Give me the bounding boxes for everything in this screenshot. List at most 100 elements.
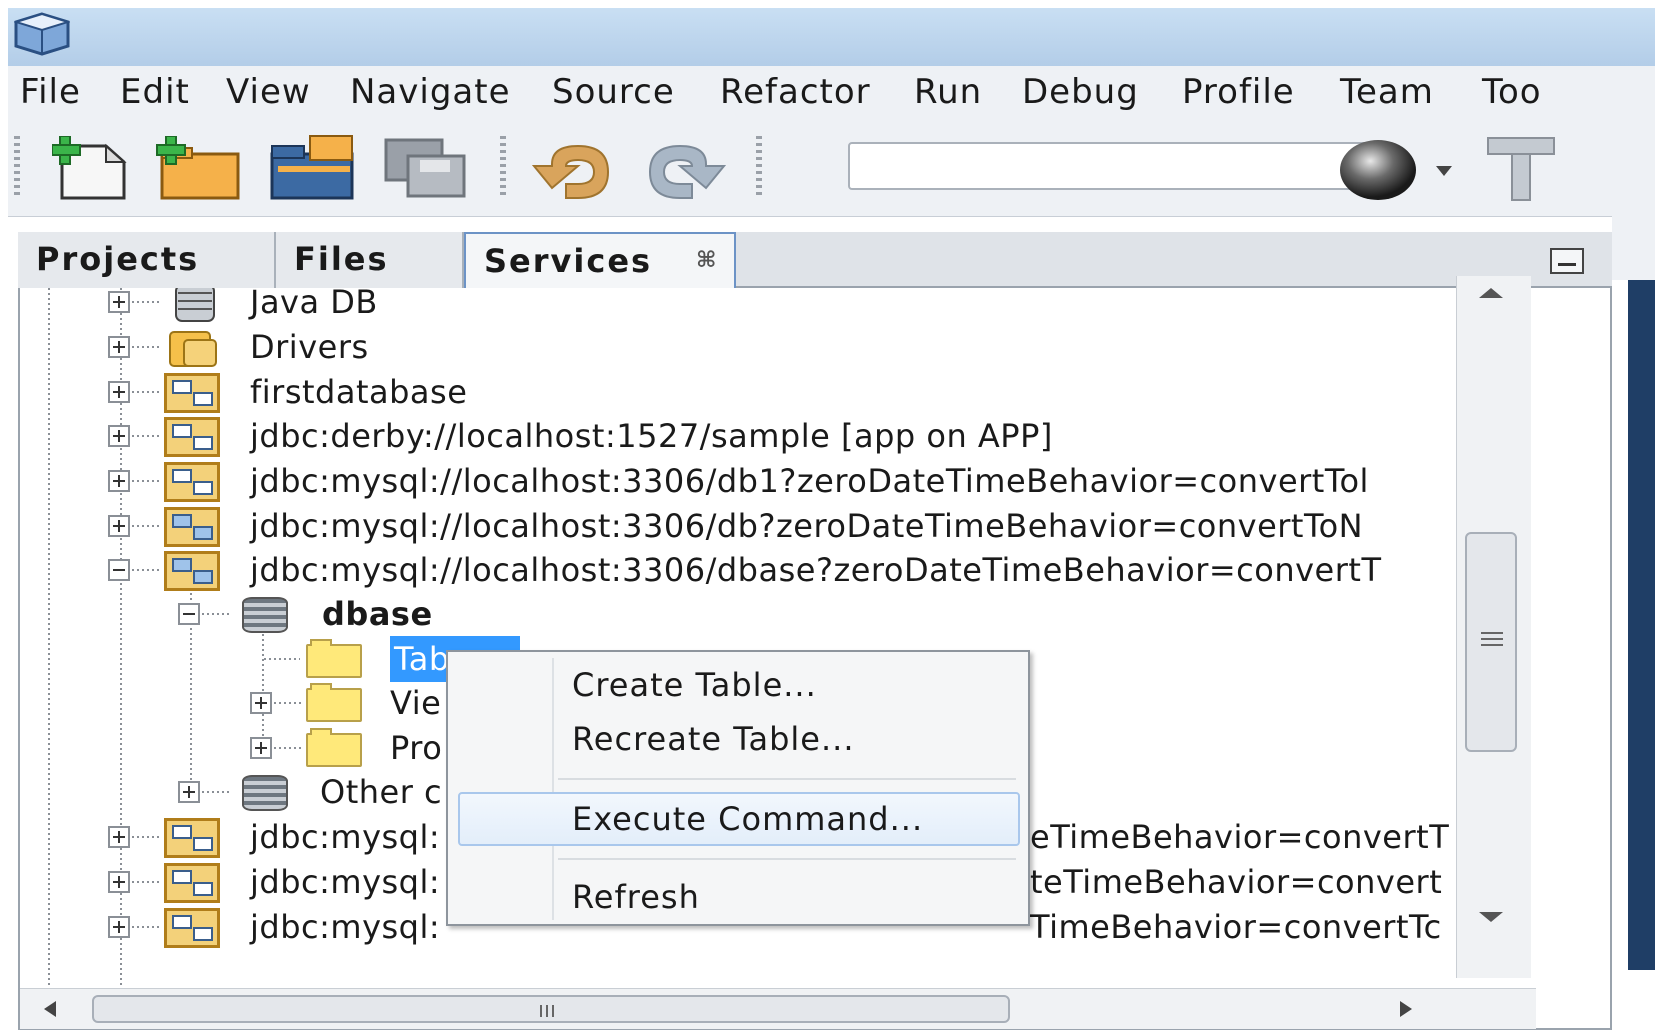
new-file-icon[interactable] bbox=[52, 136, 130, 200]
tab-files[interactable]: Files bbox=[276, 232, 464, 288]
tree-node-label: jdbc:mysql: bbox=[250, 863, 441, 901]
tree-connector bbox=[132, 569, 160, 571]
expand-icon[interactable] bbox=[108, 515, 130, 537]
tree-node-label: Pro bbox=[390, 729, 443, 767]
menu-item-execute-command[interactable]: Execute Command... bbox=[572, 800, 923, 838]
vertical-scroll-thumb[interactable] bbox=[1465, 532, 1517, 752]
browser-globe-icon[interactable] bbox=[1338, 134, 1458, 202]
tree-node-label: jdbc:mysql: bbox=[250, 908, 441, 946]
menu-item-create-table[interactable]: Create Table... bbox=[572, 666, 817, 704]
menu-tools[interactable]: Too bbox=[1482, 72, 1542, 112]
scroll-left-arrow-icon[interactable] bbox=[44, 1001, 56, 1017]
menu-profile[interactable]: Profile bbox=[1182, 72, 1295, 112]
grip-line bbox=[1481, 638, 1503, 640]
toolbar-separator bbox=[500, 136, 506, 198]
scroll-right-arrow-icon[interactable] bbox=[1400, 1001, 1412, 1017]
tab-close-icon[interactable]: ⌘ bbox=[696, 234, 718, 288]
tree-connector bbox=[132, 435, 160, 437]
tree-node-schema-dbase[interactable]: dbase bbox=[20, 591, 1536, 637]
scroll-down-arrow-icon[interactable] bbox=[1479, 912, 1503, 922]
tree-node-label: jdbc:mysql://localhost:3306/dbase?zeroDa… bbox=[250, 551, 1382, 589]
menu-source[interactable]: Source bbox=[552, 72, 675, 112]
tree-connector bbox=[132, 391, 160, 393]
grip-line bbox=[552, 1005, 554, 1017]
toolbar-grip bbox=[14, 136, 20, 198]
menu-refactor[interactable]: Refactor bbox=[720, 72, 871, 112]
tree-node-firstdatabase[interactable]: firstdatabase bbox=[20, 369, 1536, 415]
editor-edge bbox=[1628, 280, 1655, 970]
tree-node-label-tail: TimeBehavior=convertTc bbox=[1030, 908, 1442, 946]
tab-projects[interactable]: Projects bbox=[18, 232, 276, 288]
grip-line bbox=[1481, 644, 1503, 646]
tree-node-label-tail: eTimeBehavior=convertT bbox=[1030, 818, 1450, 856]
tree-connector bbox=[132, 346, 160, 348]
tree-node-conn-derby[interactable]: jdbc:derby://localhost:1527/sample [app … bbox=[20, 413, 1536, 459]
minimize-window-button[interactable] bbox=[1550, 248, 1584, 274]
schema-icon bbox=[242, 597, 288, 633]
disconnected-connection-icon bbox=[164, 373, 220, 413]
java-db-icon bbox=[175, 288, 215, 322]
menu-navigate[interactable]: Navigate bbox=[350, 72, 511, 112]
menu-item-refresh[interactable]: Refresh bbox=[572, 878, 700, 916]
grip-line bbox=[546, 1005, 548, 1017]
expand-icon[interactable] bbox=[108, 871, 130, 893]
tree-node-label: jdbc:derby://localhost:1527/sample [app … bbox=[250, 417, 1053, 455]
toolbar bbox=[8, 124, 1655, 217]
open-project-icon[interactable] bbox=[270, 134, 356, 200]
redo-icon[interactable] bbox=[642, 136, 726, 202]
new-project-icon[interactable] bbox=[156, 136, 240, 200]
expand-icon[interactable] bbox=[108, 381, 130, 403]
tree-connector bbox=[264, 658, 300, 660]
grip-line bbox=[540, 1005, 542, 1017]
tab-services-label: Services bbox=[484, 242, 653, 280]
disconnected-connection-icon bbox=[164, 462, 220, 502]
collapse-icon[interactable] bbox=[108, 559, 130, 581]
expand-icon[interactable] bbox=[108, 826, 130, 848]
connected-connection-icon bbox=[164, 507, 220, 547]
tree-connector bbox=[132, 926, 160, 928]
expand-icon[interactable] bbox=[250, 692, 272, 714]
expand-icon[interactable] bbox=[108, 916, 130, 938]
tree-node-label: jdbc:mysql: bbox=[250, 818, 441, 856]
netbeans-cube-icon bbox=[14, 12, 70, 56]
tree-connector bbox=[274, 702, 302, 704]
menu-item-recreate-table[interactable]: Recreate Table... bbox=[572, 720, 855, 758]
expand-icon[interactable] bbox=[108, 425, 130, 447]
tree-node-drivers[interactable]: Drivers bbox=[20, 324, 1536, 370]
expand-icon[interactable] bbox=[108, 336, 130, 358]
horizontal-scrollbar[interactable] bbox=[20, 988, 1536, 1029]
tree-node-label-tail: teTimeBehavior=convert bbox=[1030, 863, 1443, 901]
save-all-icon[interactable] bbox=[384, 138, 468, 198]
tree-node-label: Java DB bbox=[250, 288, 378, 321]
tree-node-conn-db[interactable]: jdbc:mysql://localhost:3306/db?zeroDateT… bbox=[20, 503, 1536, 549]
menu-run[interactable]: Run bbox=[914, 72, 982, 112]
tree-connector bbox=[132, 836, 160, 838]
vertical-scrollbar[interactable] bbox=[1456, 276, 1531, 978]
scroll-up-arrow-icon[interactable] bbox=[1479, 288, 1503, 298]
schema-icon bbox=[242, 775, 288, 811]
context-menu-separator bbox=[558, 858, 1016, 860]
menu-debug[interactable]: Debug bbox=[1022, 72, 1139, 112]
tree-connector bbox=[274, 747, 302, 749]
tree-node-java-db[interactable]: Java DB bbox=[20, 288, 1536, 325]
expand-icon[interactable] bbox=[108, 470, 130, 492]
title-bar bbox=[8, 8, 1655, 66]
tree-node-label: dbase bbox=[322, 595, 433, 633]
tree-node-conn-db1[interactable]: jdbc:mysql://localhost:3306/db1?zeroDate… bbox=[20, 458, 1536, 504]
menu-file[interactable]: File bbox=[20, 72, 81, 112]
menu-edit[interactable]: Edit bbox=[120, 72, 190, 112]
expand-icon[interactable] bbox=[108, 291, 130, 313]
tab-services[interactable]: Services ⌘ bbox=[464, 232, 736, 288]
menu-team[interactable]: Team bbox=[1340, 72, 1434, 112]
expand-icon[interactable] bbox=[178, 781, 200, 803]
expand-icon[interactable] bbox=[250, 737, 272, 759]
menu-view[interactable]: View bbox=[226, 72, 311, 112]
undo-icon[interactable] bbox=[532, 136, 616, 202]
tree-node-conn-dbase[interactable]: jdbc:mysql://localhost:3306/dbase?zeroDa… bbox=[20, 547, 1536, 593]
configuration-combo[interactable] bbox=[848, 142, 1388, 190]
tab-files-label: Files bbox=[294, 240, 389, 278]
horizontal-scroll-thumb[interactable] bbox=[92, 995, 1010, 1023]
build-hammer-icon[interactable] bbox=[1486, 134, 1556, 202]
tree-connector bbox=[132, 881, 160, 883]
collapse-icon[interactable] bbox=[178, 603, 200, 625]
